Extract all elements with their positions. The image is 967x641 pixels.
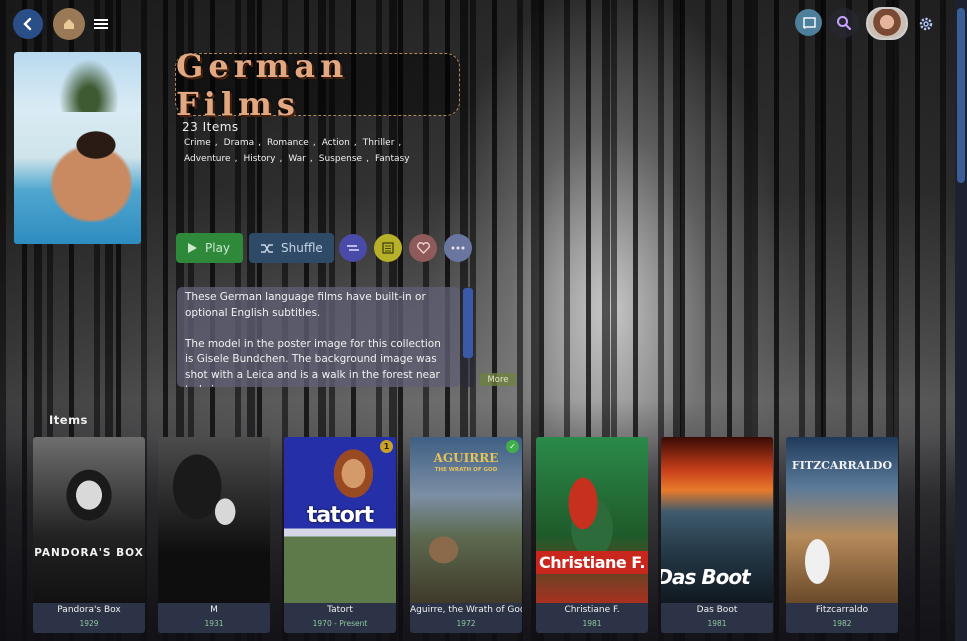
genre-link[interactable]: Action, bbox=[322, 136, 357, 150]
card-poster: PANDORA'S BOX bbox=[33, 437, 145, 603]
search-button[interactable] bbox=[829, 8, 859, 38]
search-icon bbox=[837, 16, 852, 31]
cast-icon bbox=[802, 16, 816, 29]
card-title: M bbox=[210, 605, 218, 615]
card-title: Das Boot bbox=[696, 605, 738, 615]
sort-button[interactable] bbox=[339, 234, 367, 262]
select-icon bbox=[382, 242, 394, 254]
card-title: Pandora's Box bbox=[57, 605, 121, 615]
card-poster: Christiane F. bbox=[536, 437, 648, 603]
shuffle-label: Shuffle bbox=[281, 241, 323, 255]
favorite-button[interactable] bbox=[409, 234, 437, 262]
genre-link[interactable]: Fantasy bbox=[375, 152, 410, 166]
item-count: 23 Items bbox=[182, 120, 239, 134]
top-bar bbox=[0, 0, 955, 48]
card-title: Christiane F. bbox=[564, 605, 620, 615]
genre-list: Crime, Drama, Romance, Action, Thriller,… bbox=[184, 136, 444, 166]
overview-paragraph: The model in the poster image for this c… bbox=[185, 337, 441, 388]
genre-link[interactable]: History, bbox=[243, 152, 282, 166]
page-scrollbar-thumb[interactable] bbox=[957, 8, 965, 183]
genre-link[interactable]: Crime, bbox=[184, 136, 218, 150]
back-arrow-icon bbox=[23, 17, 32, 31]
card-year: 1982 bbox=[832, 619, 852, 628]
media-card[interactable]: Christiane F. Christiane F. 1981 bbox=[536, 437, 648, 633]
card-year: 1970 - Present bbox=[312, 619, 368, 628]
gear-icon bbox=[919, 17, 933, 31]
unwatched-count-badge: 1 bbox=[380, 440, 393, 453]
media-card[interactable]: AGUIRRE THE WRATH OF GOD ✓ Aguirre, the … bbox=[410, 437, 522, 633]
more-options-button[interactable] bbox=[444, 234, 472, 262]
genre-link[interactable]: Suspense, bbox=[319, 152, 369, 166]
media-card[interactable]: M 1931 bbox=[158, 437, 270, 633]
card-title: Tatort bbox=[327, 605, 353, 615]
collection-overview: These German language films have built-i… bbox=[177, 287, 460, 387]
watched-check-badge: ✓ bbox=[506, 440, 519, 453]
collection-poster bbox=[14, 52, 141, 244]
genre-link[interactable]: Adventure, bbox=[184, 152, 237, 166]
media-card[interactable]: Das Boot Das Boot 1981 bbox=[661, 437, 773, 633]
more-button[interactable]: More bbox=[480, 373, 516, 386]
shuffle-button[interactable]: Shuffle bbox=[249, 233, 334, 263]
user-avatar[interactable] bbox=[866, 7, 908, 40]
genre-link[interactable]: Thriller, bbox=[363, 136, 402, 150]
card-year: 1981 bbox=[582, 619, 602, 628]
card-poster: AGUIRRE THE WRATH OF GOD bbox=[410, 437, 522, 603]
section-heading: Items bbox=[49, 413, 88, 427]
home-button[interactable] bbox=[53, 8, 85, 40]
play-label: Play bbox=[205, 241, 231, 255]
play-icon bbox=[188, 243, 197, 253]
more-icon bbox=[451, 246, 465, 250]
genre-link[interactable]: War, bbox=[288, 152, 312, 166]
shuffle-icon bbox=[261, 243, 273, 253]
overview-scrollbar-thumb[interactable] bbox=[463, 288, 473, 358]
genre-link[interactable]: Drama, bbox=[224, 136, 261, 150]
cast-button[interactable] bbox=[795, 9, 822, 36]
card-year: 1981 bbox=[707, 619, 727, 628]
card-poster bbox=[158, 437, 270, 603]
home-icon bbox=[64, 19, 74, 29]
sort-icon bbox=[347, 245, 359, 251]
menu-button[interactable] bbox=[93, 16, 109, 32]
card-year: 1929 bbox=[79, 619, 99, 628]
overview-paragraph: These German language films have built-i… bbox=[185, 291, 426, 319]
play-button[interactable]: Play bbox=[176, 233, 243, 263]
media-card[interactable]: FITZCARRALDO Fitzcarraldo 1982 bbox=[786, 437, 898, 633]
select-button[interactable] bbox=[374, 234, 402, 262]
card-year: 1972 bbox=[456, 619, 476, 628]
collection-title-logo: German Films bbox=[175, 47, 460, 123]
card-poster: FITZCARRALDO bbox=[786, 437, 898, 603]
card-title: Fitzcarraldo bbox=[815, 605, 869, 615]
media-card[interactable]: tatort 1 Tatort 1970 - Present bbox=[284, 437, 396, 633]
media-card[interactable]: PANDORA'S BOX Pandora's Box 1929 bbox=[33, 437, 145, 633]
card-year: 1931 bbox=[204, 619, 224, 628]
collection-title: German Films bbox=[176, 46, 349, 123]
back-button[interactable] bbox=[13, 9, 43, 39]
hamburger-menu-icon bbox=[94, 19, 108, 29]
genre-link[interactable]: Romance, bbox=[267, 136, 316, 150]
card-poster: tatort bbox=[284, 437, 396, 603]
settings-button[interactable] bbox=[916, 14, 936, 34]
heart-icon bbox=[416, 242, 430, 254]
card-poster: Das Boot bbox=[661, 437, 773, 603]
card-title: Aguirre, the Wrath of God bbox=[410, 605, 522, 615]
